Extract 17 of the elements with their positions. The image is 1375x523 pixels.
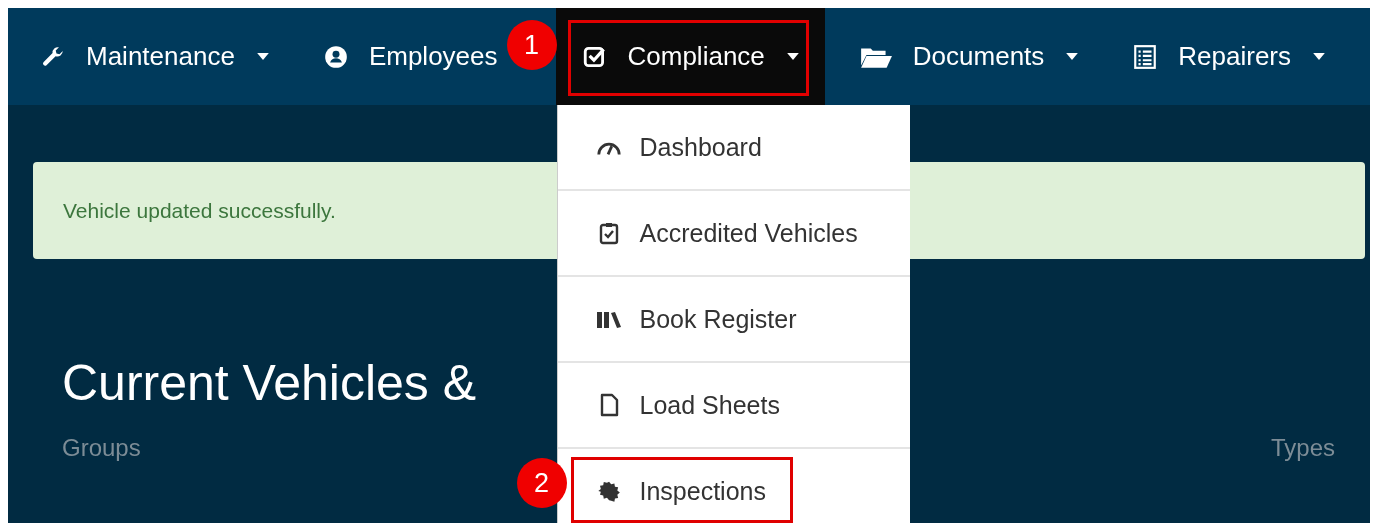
- list-icon: [1132, 43, 1159, 70]
- step-badge: 1: [506, 20, 557, 70]
- dropdown-item[interactable]: Inspections: [577, 476, 766, 506]
- dropdown-item[interactable]: Dashboard: [577, 132, 762, 162]
- field-label: Groups: [62, 434, 141, 462]
- nav-menu-item[interactable]: Employees: [312, 8, 508, 105]
- dropdown-item[interactable]: Book Register: [577, 304, 797, 334]
- dropdown-item[interactable]: Accredited Vehicles: [577, 218, 858, 248]
- nav-menu-item[interactable]: Maintenance: [30, 8, 279, 105]
- field-label: Types: [1270, 434, 1335, 462]
- nav-menu-item[interactable]: Compliance: [555, 8, 825, 105]
- page-heading: Current Vehicles &: [62, 354, 477, 412]
- alert-message: Vehicle updated successfully.: [63, 198, 336, 223]
- user-circle-icon: [322, 43, 349, 70]
- dropdown-item[interactable]: Load Sheets: [577, 390, 780, 420]
- nav-menu-item[interactable]: Repairers: [1122, 8, 1336, 105]
- nav-menu-item[interactable]: Documents: [848, 8, 1089, 105]
